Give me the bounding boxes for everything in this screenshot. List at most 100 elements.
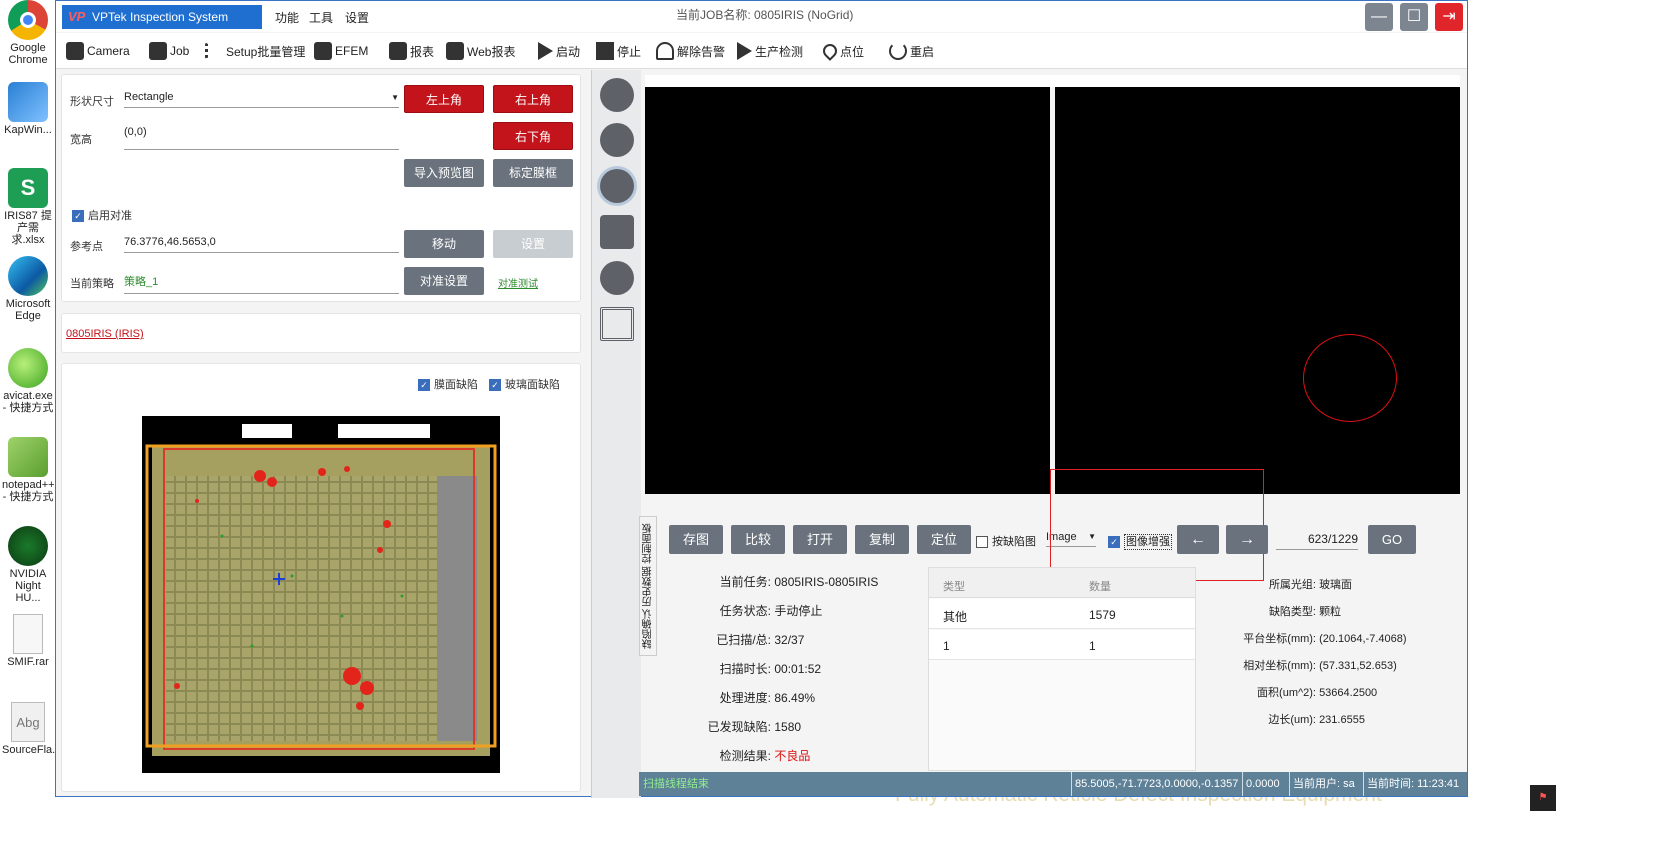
toolbar-restart-button[interactable]: 重启 bbox=[889, 39, 934, 63]
settings-circle-icon[interactable] bbox=[600, 169, 634, 203]
toolbar-efem-button[interactable]: EFEM bbox=[314, 39, 368, 63]
notepad-icon bbox=[8, 437, 48, 477]
app-logo: VP VPTek Inspection System 1.0.0.0 bbox=[62, 5, 262, 48]
toolbar-camera-button[interactable]: Camera bbox=[66, 39, 130, 63]
ref-point-label: 参考点 bbox=[70, 241, 103, 253]
shape-select[interactable]: Rectangle ▼ bbox=[124, 91, 399, 108]
align-test-link[interactable]: 对准测试 bbox=[498, 275, 538, 290]
table-row[interactable]: 1 1 bbox=[929, 630, 1195, 660]
film-defect-checkbox[interactable]: ✓ 膜面缺陷 bbox=[418, 376, 478, 392]
toolbar-start-button[interactable]: 启动 bbox=[538, 39, 580, 63]
desktop-icon-label: avicat.exe - 快捷方式 bbox=[2, 390, 54, 414]
stop-icon bbox=[596, 42, 614, 60]
header-count: 数量 bbox=[1089, 581, 1111, 593]
minimize-button[interactable]: — bbox=[1365, 3, 1393, 31]
desktop-icon-notepad[interactable]: notepad++ - 快捷方式 bbox=[2, 437, 55, 503]
tab-control[interactable]: 控制面板 bbox=[643, 523, 654, 563]
ref-point-input[interactable]: 76.3776,46.5653,0 bbox=[124, 236, 399, 253]
detail-relative-coords: 相对坐标(mm): (57.331,52.653) bbox=[1243, 660, 1397, 672]
detail-defect-type: 缺陷类型: 颗粒 bbox=[1268, 606, 1342, 618]
view-header bbox=[645, 75, 1460, 87]
copy-button[interactable]: 复制 bbox=[855, 525, 909, 554]
move-button[interactable]: 移动 bbox=[404, 230, 484, 258]
desktop-icon-xlsx[interactable]: S IRIS87 提产需求.xlsx bbox=[2, 168, 54, 246]
header-type: 类型 bbox=[943, 581, 965, 593]
open-button[interactable]: 打开 bbox=[793, 525, 847, 554]
detail-stage-coords: 平台坐标(mm): (20.1064,-7.4068) bbox=[1243, 633, 1407, 645]
menu-settings[interactable]: 设置 bbox=[345, 9, 369, 26]
locate-button[interactable]: 定位 bbox=[917, 525, 971, 554]
desktop-icon-nvidia[interactable]: NVIDIA Night HU... bbox=[2, 526, 54, 604]
shape-label: 形状尺寸 bbox=[70, 96, 114, 108]
detail-area: 面积(um^2): 53664.2500 bbox=[1257, 687, 1378, 699]
toolbar-report-button[interactable]: 报表 bbox=[389, 39, 434, 63]
next-button[interactable]: → bbox=[1226, 525, 1268, 554]
inspection-image-right[interactable] bbox=[1055, 87, 1460, 494]
chevron-down-icon: ▼ bbox=[391, 93, 399, 102]
by-defect-checkbox[interactable]: ✓按缺陷图 bbox=[976, 533, 1036, 549]
bell-off-icon bbox=[656, 42, 674, 60]
align-settings-button[interactable]: 对准设置 bbox=[404, 267, 484, 295]
status-time: 当前时间: 11:23:41 bbox=[1363, 772, 1459, 796]
toolbar: Camera Job Setup批量管理 EFEM 报表 Web报表 启动 停止… bbox=[56, 33, 1467, 69]
bottom-right-button[interactable]: 右下角 bbox=[493, 122, 573, 150]
strategy-input[interactable]: 策略_1 bbox=[124, 273, 399, 294]
desktop-icon-label: SourceFla... bbox=[2, 744, 62, 756]
checkbox-checked-icon: ✓ bbox=[418, 379, 430, 392]
status-coords: 85.5005,-71.7723,0.0000,-0.1357 bbox=[1071, 772, 1238, 796]
reticle-defect-map[interactable] bbox=[142, 416, 500, 773]
camera-icon[interactable] bbox=[600, 78, 634, 112]
tab-history[interactable]: 历史数据 bbox=[643, 566, 654, 606]
exit-button[interactable]: ⇥ bbox=[1435, 3, 1463, 31]
status-message: 扫描线程结束 bbox=[643, 778, 709, 790]
toolbar-stop-button[interactable]: 停止 bbox=[596, 39, 641, 63]
save-image-button[interactable]: 存图 bbox=[669, 525, 723, 554]
tab-defect-confirm[interactable]: 缺陷确认 bbox=[643, 609, 654, 649]
top-left-button[interactable]: 左上角 bbox=[404, 85, 484, 113]
set-button: 设置 bbox=[493, 230, 573, 258]
prev-button[interactable]: ← bbox=[1177, 525, 1219, 554]
size-input[interactable]: (0,0) bbox=[124, 126, 399, 150]
kapwin-icon bbox=[8, 82, 48, 122]
desktop-icon-chrome[interactable]: Google Chrome bbox=[2, 0, 54, 66]
ruler-icon[interactable] bbox=[600, 215, 634, 249]
image-icon[interactable] bbox=[600, 261, 634, 295]
import-preview-button[interactable]: 导入预览图 bbox=[404, 159, 484, 187]
go-button[interactable]: GO bbox=[1368, 525, 1416, 554]
toolbar-job-button[interactable]: Job bbox=[149, 39, 189, 63]
desktop-icon-kapwin[interactable]: KapWin... bbox=[2, 82, 54, 136]
top-right-button[interactable]: 右上角 bbox=[493, 85, 573, 113]
strategy-label: 当前策略 bbox=[70, 278, 114, 290]
toolbar-web-report-button[interactable]: Web报表 bbox=[446, 39, 515, 63]
compare-button[interactable]: 比较 bbox=[731, 525, 785, 554]
checklist-icon[interactable] bbox=[600, 307, 634, 341]
menu-tools[interactable]: 工具 bbox=[309, 9, 333, 26]
page-input[interactable]: 623/1229 bbox=[1276, 532, 1358, 550]
pin-icon bbox=[820, 41, 840, 61]
inspection-image-left[interactable] bbox=[645, 87, 1050, 494]
desktop-icon-edge[interactable]: Microsoft Edge bbox=[2, 256, 54, 322]
desktop-icon-label: SMIF.rar bbox=[7, 656, 49, 668]
list-icon bbox=[205, 42, 223, 60]
info-scanned: 已扫描/总: 32/37 bbox=[716, 633, 805, 647]
toolbar-points-button[interactable]: 点位 bbox=[820, 39, 864, 63]
grid-globe-icon[interactable] bbox=[600, 123, 634, 157]
file-icon bbox=[13, 614, 43, 654]
defect-marker-circle bbox=[1303, 334, 1397, 422]
desktop-icon-avicat[interactable]: avicat.exe - 快捷方式 bbox=[2, 348, 54, 414]
toolbar-production-button[interactable]: 生产检测 bbox=[737, 39, 803, 63]
desktop-icon-smif[interactable]: SMIF.rar bbox=[2, 614, 54, 668]
menu-function[interactable]: 功能 bbox=[275, 9, 299, 26]
tray-flag-icon[interactable]: ⚑ bbox=[1530, 785, 1556, 811]
calibrate-frame-button[interactable]: 标定膜框 bbox=[493, 159, 573, 187]
report-icon bbox=[389, 42, 407, 60]
align-enable-checkbox[interactable]: ✓ 启用对准 bbox=[72, 207, 132, 223]
maximize-button[interactable]: ☐ bbox=[1400, 3, 1428, 31]
toolbar-setup-button[interactable]: Setup批量管理 bbox=[205, 39, 305, 63]
desktop-icon-sourcefla[interactable]: Abg SourceFla... bbox=[2, 702, 61, 756]
table-row[interactable]: 其他 1579 bbox=[929, 599, 1195, 629]
glass-defect-checkbox[interactable]: ✓ 玻璃面缺陷 bbox=[489, 376, 560, 392]
nvidia-icon bbox=[8, 526, 48, 566]
job-link[interactable]: 0805IRIS (IRIS) bbox=[66, 328, 144, 340]
toolbar-clear-alarm-button[interactable]: 解除告警 bbox=[656, 39, 725, 63]
